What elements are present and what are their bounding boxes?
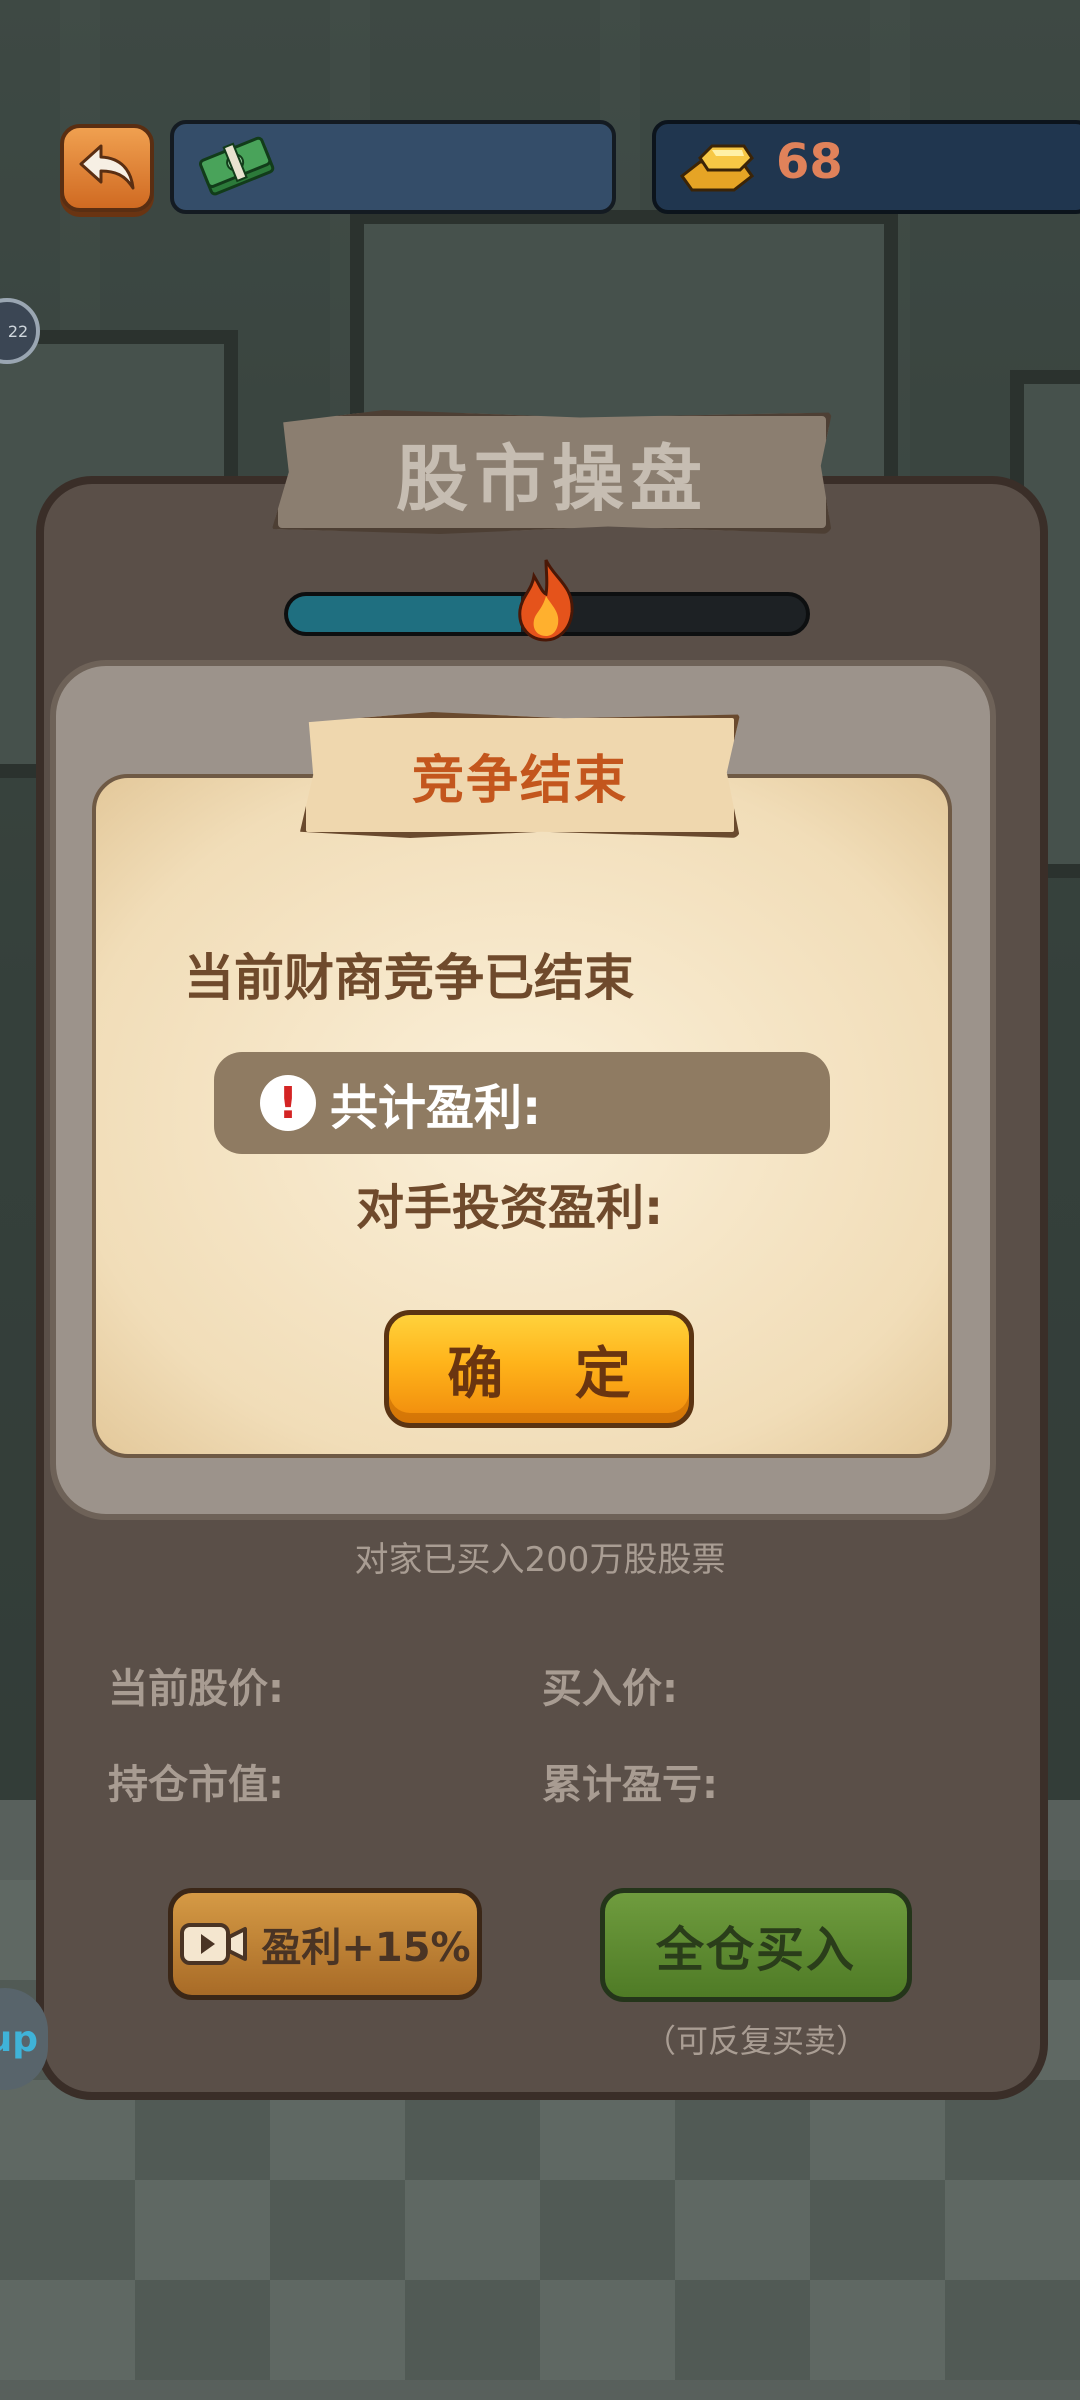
buy-all-button[interactable]: 全仓买入	[600, 1888, 912, 2002]
total-profit-row: ! 共计盈利:	[214, 1052, 830, 1154]
panel-title: 股市操盘	[395, 436, 708, 521]
profit-boost-button[interactable]: 盈利+15%	[168, 1888, 482, 2000]
buy-price-label: 买入价:	[542, 1666, 678, 1712]
panel-title-plank: 股市操盘	[272, 410, 832, 534]
cumulative-pl-label: 累计盈亏:	[542, 1762, 718, 1808]
money-stack-icon	[198, 136, 275, 196]
current-price-label: 当前股价:	[108, 1666, 284, 1712]
back-button[interactable]	[60, 124, 154, 212]
progress-fill	[288, 596, 522, 632]
flame-icon	[518, 559, 574, 642]
opponent-note: 对家已买入200万股股票	[354, 1540, 726, 1580]
gold-value: 68	[776, 134, 843, 190]
dialog-title: 竞争结束	[411, 750, 628, 811]
total-profit-label: 共计盈利:	[330, 1080, 542, 1136]
confirm-button[interactable]: 确 定	[384, 1310, 694, 1428]
warning-icon: !	[260, 1075, 316, 1131]
side-badge-text: 22	[7, 321, 29, 341]
buy-all-label: 全仓买入	[655, 1922, 856, 1978]
gold-balance-bar: 68	[652, 120, 1080, 214]
cash-balance-bar	[170, 120, 616, 214]
opponent-profit-label: 对手投资盈利:	[356, 1180, 664, 1236]
holding-value-label: 持仓市值:	[108, 1762, 284, 1808]
video-icon	[180, 1923, 248, 1965]
profit-boost-label: 盈利+15%	[261, 1925, 471, 1971]
dialog-title-plank: 竞争结束	[300, 712, 740, 838]
side-up-text: up	[0, 2018, 38, 2060]
buy-note: （可反复买卖）	[643, 2022, 868, 2060]
dialog-message: 当前财商竞争已结束	[184, 949, 634, 1007]
gold-bar-icon	[679, 144, 755, 192]
back-arrow-icon	[79, 144, 135, 190]
confirm-label: 确 定	[447, 1341, 657, 1407]
